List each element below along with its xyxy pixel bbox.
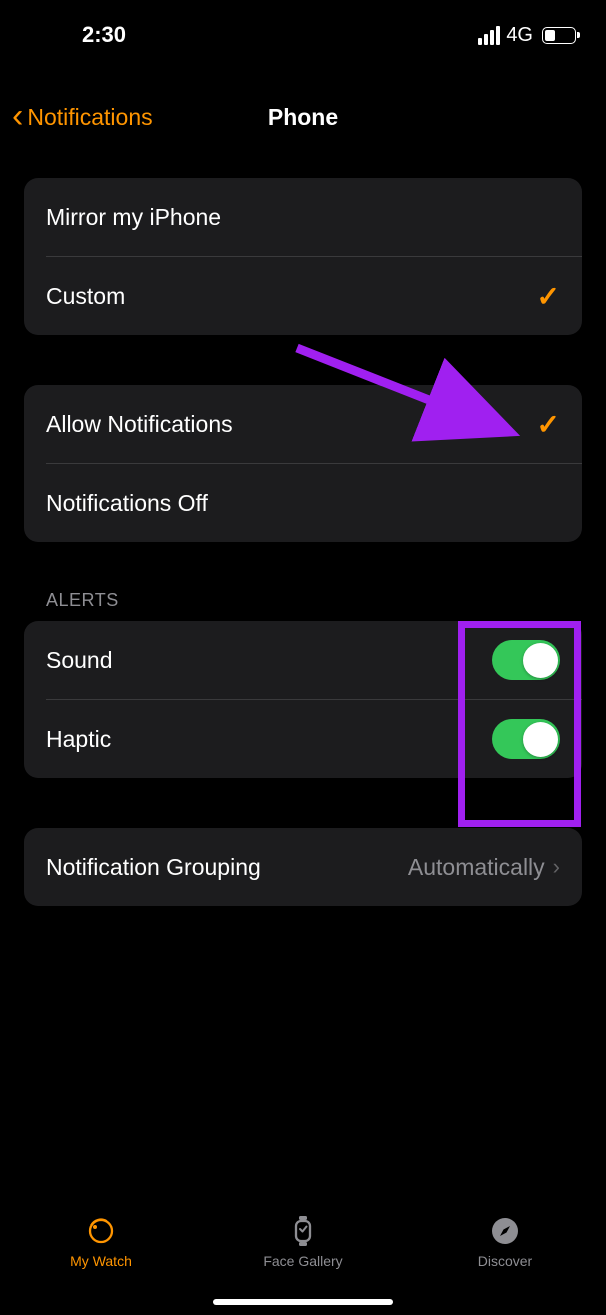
notification-grouping-value: Automatically [408, 854, 545, 881]
back-button[interactable]: ‹ Notifications [0, 100, 153, 134]
cellular-signal-icon [478, 26, 500, 45]
tab-my-watch[interactable]: My Watch [1, 1215, 201, 1269]
sound-label: Sound [46, 647, 113, 674]
chevron-right-icon: › [553, 854, 560, 880]
tab-discover[interactable]: Discover [405, 1215, 605, 1269]
allow-notifications-row[interactable]: Allow Notifications ✓ [24, 385, 582, 463]
haptic-label: Haptic [46, 726, 111, 753]
compass-icon [489, 1215, 521, 1247]
nav-header: ‹ Notifications Phone [0, 88, 606, 146]
grouping-group: Notification Grouping Automatically › [24, 828, 582, 906]
mirror-iphone-row[interactable]: Mirror my iPhone [24, 178, 582, 256]
tab-label: My Watch [70, 1253, 132, 1269]
haptic-row[interactable]: Haptic [24, 700, 582, 778]
tab-face-gallery[interactable]: Face Gallery [203, 1215, 403, 1269]
mirror-group: Mirror my iPhone Custom ✓ [24, 178, 582, 335]
sound-toggle[interactable] [492, 640, 560, 680]
custom-row[interactable]: Custom ✓ [24, 257, 582, 335]
tab-label: Face Gallery [263, 1253, 342, 1269]
chevron-left-icon: ‹ [12, 99, 23, 133]
home-indicator[interactable] [213, 1299, 393, 1305]
allow-group: Allow Notifications ✓ Notifications Off [24, 385, 582, 542]
tab-label: Discover [478, 1253, 532, 1269]
watch-icon [85, 1215, 117, 1247]
alerts-header: ALERTS [24, 590, 582, 621]
back-label: Notifications [27, 104, 152, 131]
battery-icon [542, 27, 576, 44]
custom-label: Custom [46, 283, 125, 310]
sound-row[interactable]: Sound [24, 621, 582, 699]
checkmark-icon: ✓ [537, 408, 560, 441]
mirror-iphone-label: Mirror my iPhone [46, 204, 221, 231]
status-bar: 2:30 4G [0, 0, 606, 60]
notifications-off-row[interactable]: Notifications Off [24, 464, 582, 542]
status-time: 2:30 [82, 22, 126, 48]
network-type: 4G [506, 24, 533, 47]
notifications-off-label: Notifications Off [46, 490, 208, 517]
checkmark-icon: ✓ [537, 280, 560, 313]
notification-grouping-row[interactable]: Notification Grouping Automatically › [24, 828, 582, 906]
notification-grouping-label: Notification Grouping [46, 854, 261, 881]
status-indicators: 4G [478, 24, 576, 47]
haptic-toggle[interactable] [492, 719, 560, 759]
allow-notifications-label: Allow Notifications [46, 411, 233, 438]
watch-face-icon [287, 1215, 319, 1247]
alerts-group: Sound Haptic [24, 621, 582, 778]
